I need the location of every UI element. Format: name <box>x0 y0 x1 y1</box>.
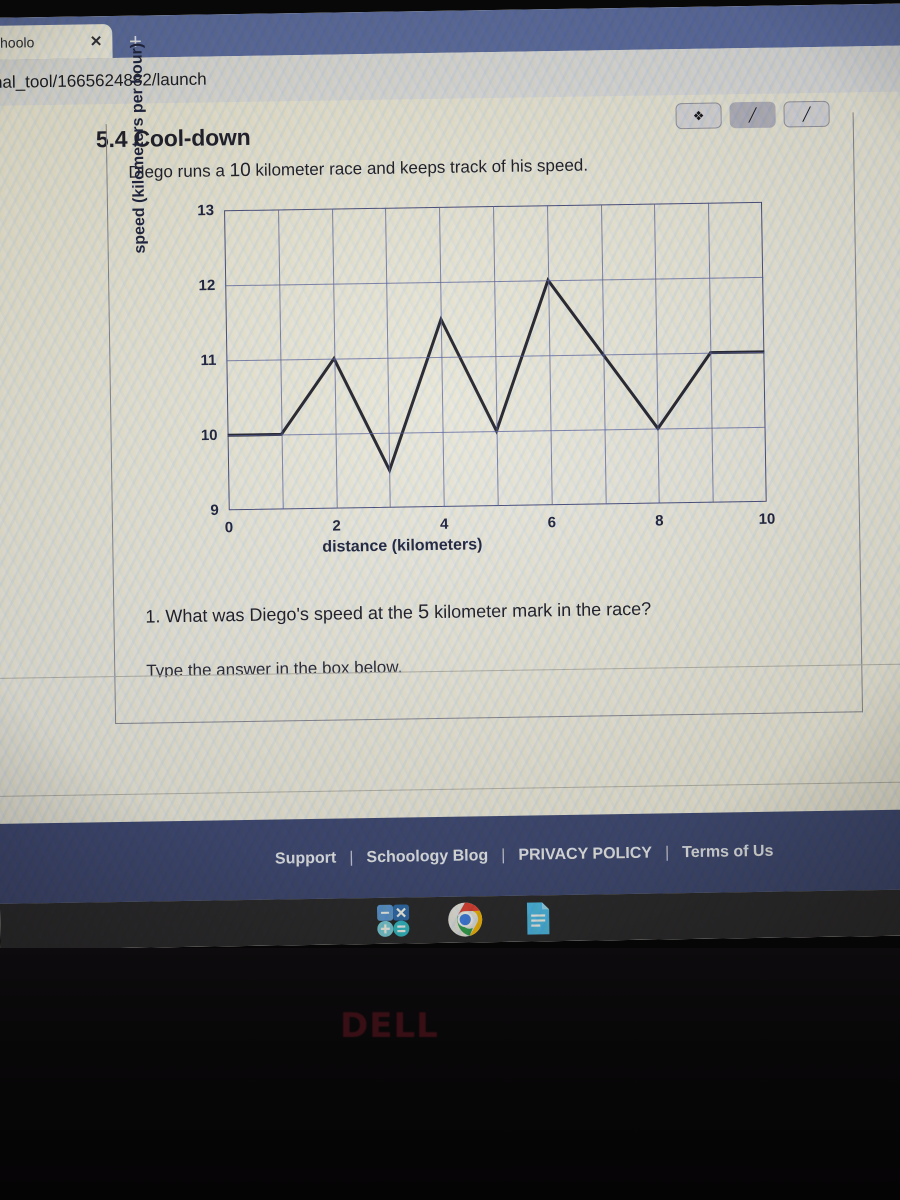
browser-tab-title: wn | Schoolo <box>0 34 35 52</box>
chart-x-tick-label: 10 <box>758 510 776 528</box>
question-suffix: kilometer mark in the race? <box>433 598 652 623</box>
close-icon[interactable]: ✕ <box>90 33 103 50</box>
chart-y-tick-label: 11 <box>200 351 217 370</box>
footer-link-terms[interactable]: Terms of Us <box>682 843 774 862</box>
page-viewport: 5.4 Cool-down ❖ ╱ ╱ Diego runs a 10 kilo <box>0 43 900 950</box>
chart-y-axis-label: speed (kilometers per hour) <box>128 42 149 254</box>
chart-y-tick-label: 10 <box>200 426 218 445</box>
prompt-suffix: kilometer race and keeps track of his sp… <box>255 155 589 180</box>
site-footer: Support | Schoology Blog | PRIVACY POLIC… <box>0 809 900 904</box>
url-text: nal_tool/1665624882/launch <box>0 69 207 92</box>
footer-separator: | <box>501 846 506 865</box>
chart-y-tick-label: 12 <box>198 276 216 295</box>
chart-x-tick-label: 0 <box>224 519 234 537</box>
calculator-icon[interactable] <box>374 901 413 940</box>
chart-x-tick-label: 8 <box>655 512 664 530</box>
question-prefix: 1. What was Diego's speed at the <box>145 602 414 627</box>
chart-x-axis-label: distance (kilometers) <box>322 536 483 556</box>
browser-tab-active[interactable]: wn | Schoolo ✕ <box>0 24 113 61</box>
chart-x-tick-label: 4 <box>439 515 449 533</box>
footer-link-blog[interactable]: Schoology Blog <box>366 847 488 867</box>
speed-distance-chart: speed (kilometers per hour) distance (ki… <box>128 43 815 571</box>
dell-brand-logo: DELL <box>340 1006 439 1046</box>
footer-link-privacy[interactable]: PRIVACY POLICY <box>518 845 652 865</box>
footer-separator: | <box>349 849 354 867</box>
laptop-screen: wn | Schoolo ✕ + nal_tool/1665624882/lau… <box>0 3 900 950</box>
chart-x-tick-label: 6 <box>547 514 557 532</box>
laptop-photo: wn | Schoolo ✕ + nal_tool/1665624882/lau… <box>0 0 900 1200</box>
chart-plot-area: 9 10 11 12 13 0 2 4 6 8 10 <box>197 201 775 536</box>
prompt-number: 10 <box>229 159 251 182</box>
chart-y-tick-label: 13 <box>197 201 215 220</box>
google-docs-icon[interactable] <box>518 899 557 938</box>
chart-x-tick-label: 2 <box>332 517 341 535</box>
page-divider-lower <box>0 781 900 797</box>
laptop-bezel-bottom <box>0 948 900 1200</box>
footer-separator: | <box>664 844 670 862</box>
chrome-icon[interactable] <box>446 900 485 939</box>
question-number: 5 <box>417 601 430 624</box>
chart-y-tick-label: 9 <box>210 501 219 520</box>
footer-link-support[interactable]: Support <box>275 850 337 869</box>
